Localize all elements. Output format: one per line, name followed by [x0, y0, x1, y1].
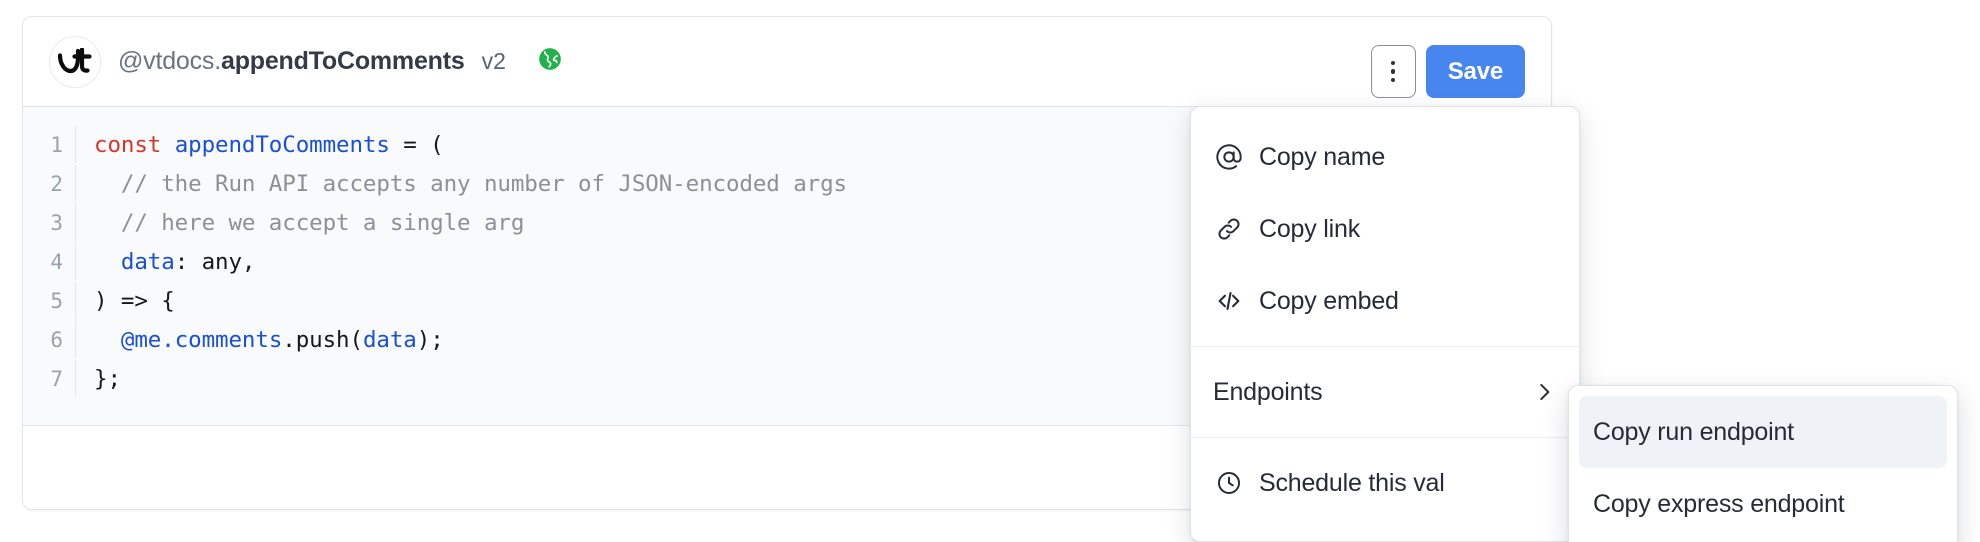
line-number: 5: [50, 288, 63, 313]
menu-item-label: Copy embed: [1259, 286, 1399, 315]
line-number: 7: [50, 366, 63, 391]
code-line-text: // here we accept a single arg: [76, 210, 524, 236]
code-token: data: [120, 248, 175, 275]
val-name: appendToComments: [220, 47, 465, 75]
code-token: = (: [389, 131, 444, 158]
line-number: 3: [50, 210, 63, 235]
menu-item-label: Copy link: [1259, 214, 1361, 243]
code-tag-icon: [1213, 286, 1244, 317]
val-version: v2: [481, 48, 506, 74]
submenu-item-label: Copy run endpoint: [1593, 417, 1794, 446]
menu-item-label: Schedule this val: [1259, 468, 1445, 497]
menu-item-schedule-this-val[interactable]: Schedule this val: [1191, 447, 1579, 519]
chevron-right-icon: [1531, 379, 1557, 405]
at-sign-icon: [1213, 142, 1244, 173]
val-header: @vtdocs.appendToComments v2 Save: [23, 17, 1551, 106]
code-line-text: };: [76, 366, 121, 392]
code-line-text: @me.comments.push(data);: [76, 327, 444, 353]
code-token: );: [416, 326, 444, 353]
line-number: 4: [50, 249, 63, 274]
more-options-menu: Copy name Copy link Copy embed Endpoints…: [1190, 106, 1580, 542]
val-title: @vtdocs.appendToComments: [118, 47, 465, 76]
code-line-text: ) => {: [76, 288, 175, 314]
menu-pointer-notch: [1379, 106, 1396, 107]
vt-logo-icon: [58, 47, 92, 76]
kebab-menu-icon: [1390, 60, 1396, 83]
submenu-item-copy-run-endpoint[interactable]: Copy run endpoint: [1579, 396, 1947, 468]
avatar[interactable]: [49, 35, 101, 88]
code-token: };: [94, 365, 121, 392]
submenu-item-label: Copy express endpoint: [1593, 489, 1845, 518]
code-line-text: data: any,: [76, 248, 256, 275]
menu-divider: [1191, 437, 1579, 438]
code-token: appendToComments: [174, 131, 390, 158]
clock-icon: [1213, 468, 1244, 499]
code-token: @me.comments: [120, 326, 283, 353]
code-token: data: [362, 326, 417, 353]
line-number: 2: [50, 171, 63, 196]
code-token: : any,: [174, 248, 256, 275]
screen-root: @vtdocs.appendToComments v2 Save 1 const…: [0, 0, 1980, 542]
code-token: .push(: [282, 326, 363, 353]
code-line-text: // the Run API accepts any number of JSO…: [76, 171, 847, 197]
menu-item-label: Endpoints: [1213, 377, 1323, 406]
menu-item-copy-link[interactable]: Copy link: [1191, 193, 1579, 265]
code-token: // the Run API accepts any number of JSO…: [94, 170, 847, 197]
menu-item-endpoints[interactable]: Endpoints: [1191, 356, 1579, 428]
link-icon: [1213, 214, 1244, 245]
visibility-indicator[interactable]: [537, 46, 563, 77]
code-line-text: const appendToComments = (: [76, 132, 444, 158]
menu-item-label: Copy name: [1259, 142, 1386, 171]
endpoints-submenu: Copy run endpoint Copy express endpoint: [1568, 385, 1958, 542]
code-token: const: [94, 131, 175, 158]
menu-divider: [1191, 346, 1579, 347]
globe-icon: [537, 46, 563, 77]
header-actions: Save: [1370, 45, 1525, 98]
val-handle: @vtdocs.: [118, 47, 221, 75]
line-number: 6: [50, 327, 63, 352]
submenu-item-copy-express-endpoint[interactable]: Copy express endpoint: [1579, 468, 1947, 540]
more-options-button[interactable]: [1370, 45, 1416, 98]
code-token: // here we accept a single arg: [94, 209, 525, 236]
menu-item-copy-embed[interactable]: Copy embed: [1191, 265, 1579, 337]
save-button[interactable]: Save: [1425, 45, 1525, 98]
menu-item-copy-name[interactable]: Copy name: [1191, 121, 1579, 193]
code-token: ) => {: [94, 287, 175, 314]
line-number: 1: [50, 132, 63, 157]
